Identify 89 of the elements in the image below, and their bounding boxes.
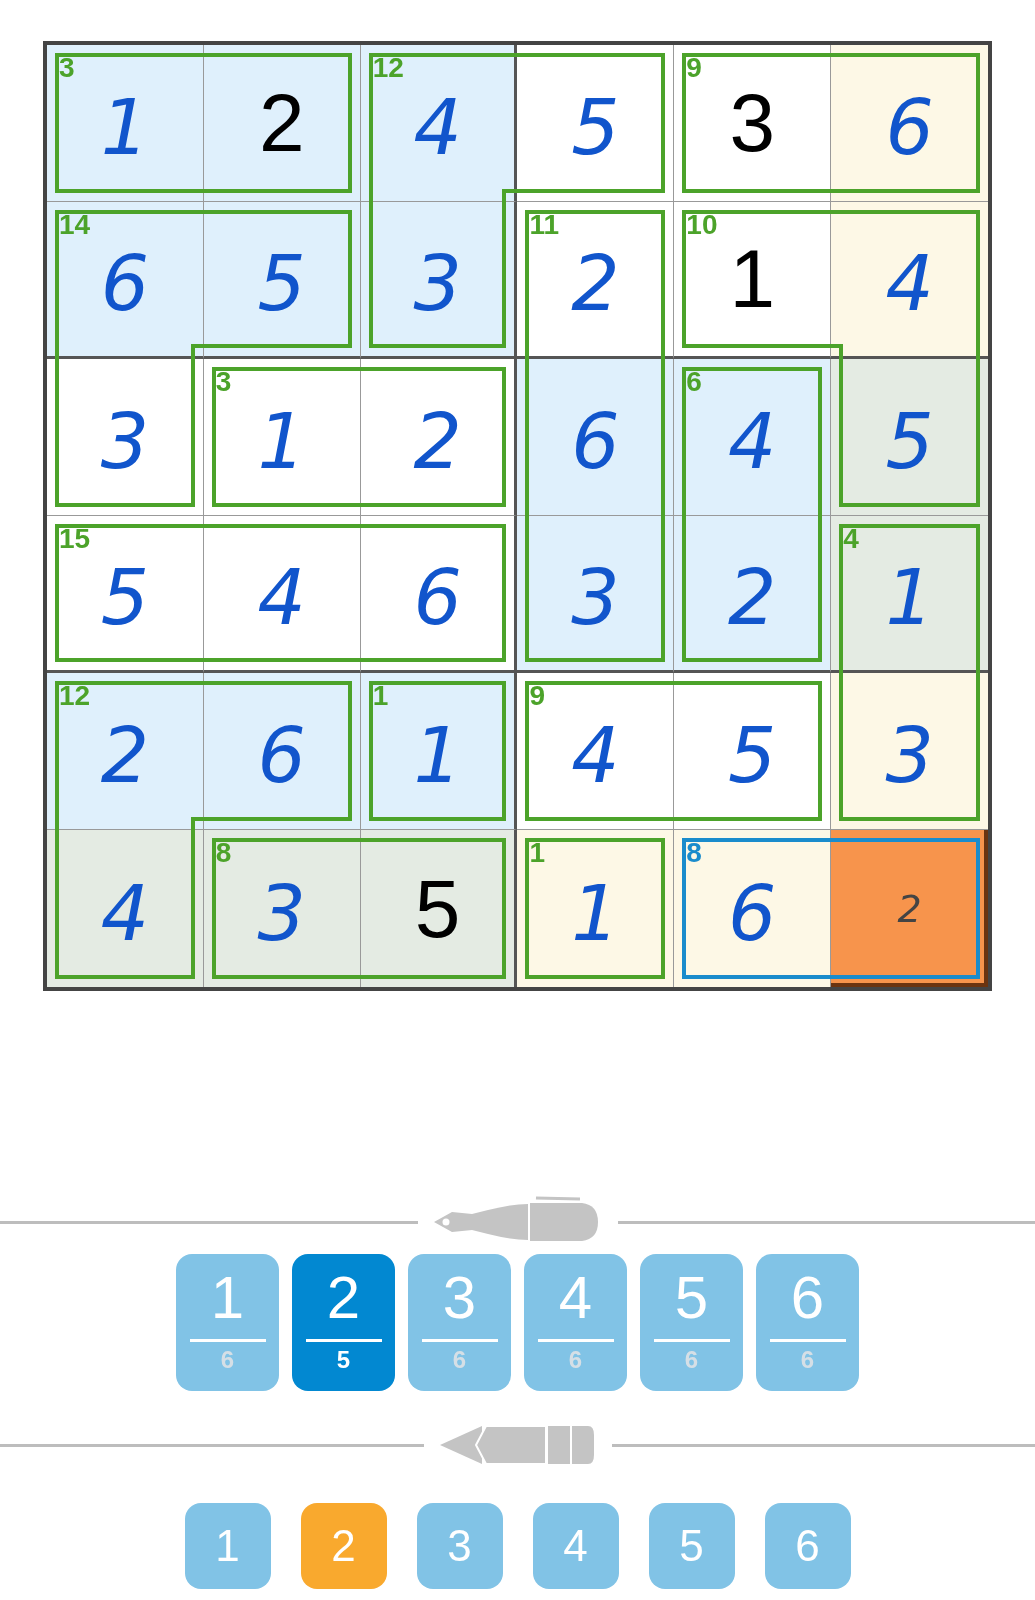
cell-value: 1 bbox=[100, 90, 150, 166]
cell-value: 5 bbox=[100, 560, 150, 636]
cell-value: 6 bbox=[100, 246, 150, 322]
cell-value: 4 bbox=[728, 404, 777, 480]
sudoku-cell[interactable]: 4 1 bbox=[831, 516, 988, 673]
cell-value: 1 bbox=[413, 718, 462, 794]
sudoku-cell[interactable]: 4 bbox=[203, 516, 361, 673]
sudoku-cell[interactable]: 4 bbox=[47, 830, 204, 987]
cell-value: 4 bbox=[100, 875, 150, 952]
sudoku-cell[interactable]: 6 bbox=[517, 359, 675, 516]
sudoku-cell[interactable]: 12 2 bbox=[47, 673, 204, 830]
cell-value: 3 bbox=[413, 246, 462, 322]
sudoku-cell[interactable]: 2 bbox=[674, 516, 832, 673]
sudoku-cell[interactable]: 4 bbox=[831, 202, 988, 359]
cage-sum: 1 bbox=[372, 682, 389, 710]
cell-value: 2 bbox=[258, 82, 305, 164]
cell-value: 1 bbox=[729, 238, 776, 320]
cell-value: 4 bbox=[885, 246, 934, 322]
sudoku-cell[interactable]: 8 3 bbox=[203, 830, 361, 987]
cell-value: 6 bbox=[413, 560, 462, 636]
cell-value: 6 bbox=[728, 875, 777, 952]
cell-value: 5 bbox=[571, 90, 620, 166]
sudoku-cell[interactable]: 3 bbox=[831, 673, 988, 830]
sudoku-cell[interactable]: 15 5 bbox=[47, 516, 204, 673]
cage-sum: 15 bbox=[59, 525, 91, 553]
pen-digit-button[interactable]: 2 5 bbox=[292, 1254, 395, 1391]
cage-sum: 10 bbox=[686, 211, 718, 239]
cell-value: 2 bbox=[728, 560, 777, 636]
sudoku-cell[interactable]: 3 bbox=[517, 516, 675, 673]
cage-sum: 12 bbox=[372, 54, 404, 82]
cell-value: 1 bbox=[257, 404, 306, 480]
sudoku-cell[interactable]: 2 bbox=[831, 830, 988, 987]
sudoku-cell[interactable]: 9 4 bbox=[517, 673, 675, 830]
sudoku-cell[interactable]: 3 bbox=[47, 359, 204, 516]
cage-sum: 8 bbox=[686, 839, 702, 867]
cage-sum: 14 bbox=[59, 211, 91, 239]
sudoku-cell[interactable]: 8 6 bbox=[674, 830, 832, 987]
sudoku-cell[interactable]: 5 bbox=[360, 830, 518, 987]
cell-value: 2 bbox=[413, 404, 462, 480]
sudoku-cell[interactable]: 2 bbox=[360, 359, 518, 516]
cage-sum: 3 bbox=[215, 368, 232, 396]
cage-sum: 8 bbox=[215, 839, 232, 867]
cell-value: 3 bbox=[257, 875, 306, 952]
cell-value: 1 bbox=[571, 875, 620, 952]
cell-value: 5 bbox=[885, 404, 934, 480]
sudoku-cell[interactable]: 5 bbox=[203, 202, 361, 359]
sudoku-cell[interactable]: 6 4 bbox=[674, 359, 832, 516]
cell-value: 4 bbox=[257, 560, 306, 636]
sudoku-cell[interactable]: 3 bbox=[360, 202, 518, 359]
sudoku-cell[interactable]: 6 bbox=[203, 673, 361, 830]
cell-value: 5 bbox=[728, 718, 777, 794]
cell-value: 2 bbox=[897, 889, 922, 928]
sudoku-cell[interactable]: 6 bbox=[360, 516, 518, 673]
sudoku-cell[interactable]: 9 3 bbox=[674, 45, 832, 202]
cell-value: 4 bbox=[413, 90, 462, 166]
cage-sum: 4 bbox=[843, 525, 859, 553]
cage-sum: 12 bbox=[59, 682, 91, 710]
sudoku-cell[interactable]: 5 bbox=[674, 673, 832, 830]
cage-sum: 1 bbox=[529, 839, 546, 867]
cage-sum: 9 bbox=[686, 54, 702, 82]
cell-value: 3 bbox=[571, 560, 620, 636]
cell-value: 6 bbox=[885, 90, 934, 166]
cell-value: 5 bbox=[257, 246, 306, 322]
sudoku-cell[interactable]: 11 2 bbox=[517, 202, 675, 359]
cell-value: 6 bbox=[571, 404, 620, 480]
cage-sum: 3 bbox=[59, 54, 75, 82]
cell-value: 2 bbox=[571, 246, 620, 322]
cell-value: 5 bbox=[414, 867, 461, 950]
cell-value: 4 bbox=[571, 718, 620, 794]
sudoku-cell[interactable]: 3 1 bbox=[203, 359, 361, 516]
cell-value: 6 bbox=[257, 718, 306, 794]
cell-value: 3 bbox=[885, 718, 934, 794]
cage-sum: 6 bbox=[686, 368, 702, 396]
sudoku-cell[interactable]: 12 4 bbox=[360, 45, 518, 202]
sudoku-cell[interactable]: 6 bbox=[831, 45, 988, 202]
sudoku-cell[interactable]: 2 bbox=[203, 45, 361, 202]
sudoku-cell[interactable]: 5 bbox=[517, 45, 675, 202]
sudoku-cell[interactable]: 3 1 bbox=[47, 45, 204, 202]
cell-value: 1 bbox=[885, 560, 934, 636]
cell-value: 2 bbox=[100, 718, 150, 794]
sudoku-cell[interactable]: 14 6 bbox=[47, 202, 204, 359]
sudoku-cell[interactable]: 1 1 bbox=[517, 830, 675, 987]
cage-sum: 9 bbox=[529, 682, 546, 710]
sudoku-cell[interactable]: 10 1 bbox=[674, 202, 832, 359]
sudoku-cell[interactable]: 5 bbox=[831, 359, 988, 516]
cell-value: 3 bbox=[100, 404, 150, 480]
cell-value: 3 bbox=[729, 82, 776, 164]
cage-sum: 11 bbox=[529, 211, 560, 239]
sudoku-cell[interactable]: 1 1 bbox=[360, 673, 518, 830]
